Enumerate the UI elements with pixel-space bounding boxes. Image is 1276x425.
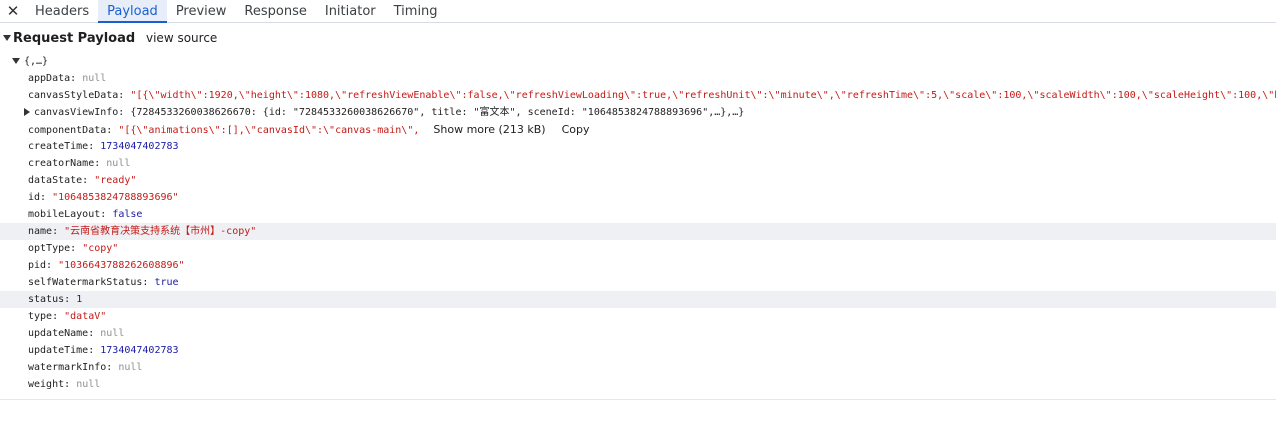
field-value: null bbox=[118, 362, 143, 373]
field-mobileLayout: mobileLayout: false bbox=[0, 206, 1276, 223]
field-key: createTime: bbox=[28, 141, 95, 152]
field-dataState: dataState: "ready" bbox=[0, 172, 1276, 189]
field-value: 1734047402783 bbox=[100, 345, 179, 356]
field-key: canvasViewInfo: bbox=[34, 107, 125, 118]
field-value: "[{\"width\":1920,\"height\":1080,\"refr… bbox=[130, 90, 1276, 101]
field-createTime: createTime: 1734047402783 bbox=[0, 138, 1276, 155]
triangle-right-icon[interactable] bbox=[24, 108, 30, 116]
field-value: "dataV" bbox=[64, 311, 107, 322]
field-watermarkInfo: watermarkInfo: null bbox=[0, 359, 1276, 376]
triangle-down-icon[interactable] bbox=[3, 35, 11, 41]
view-source-link[interactable]: view source bbox=[146, 31, 217, 45]
field-key: status: bbox=[28, 294, 71, 305]
field-key: componentData: bbox=[28, 125, 113, 136]
field-creatorName: creatorName: null bbox=[0, 155, 1276, 172]
field-weight: weight: null bbox=[0, 376, 1276, 393]
field-value: "云南省教育决策支持系统【市州】-copy" bbox=[64, 226, 257, 237]
field-key: creatorName: bbox=[28, 158, 101, 169]
payload-tree: {,…} appData: null canvasStyleData: "[{\… bbox=[0, 53, 1276, 393]
field-key: id: bbox=[28, 192, 47, 203]
field-optType: optType: "copy" bbox=[0, 240, 1276, 257]
bottom-divider bbox=[0, 399, 1276, 400]
show-more-button[interactable]: Show more (213 kB) bbox=[433, 123, 545, 136]
tab-payload[interactable]: Payload bbox=[98, 0, 167, 23]
field-key: type: bbox=[28, 311, 59, 322]
section-title: Request Payload bbox=[13, 30, 136, 46]
field-status: status: 1 bbox=[0, 291, 1276, 308]
field-selfWatermarkStatus: selfWatermarkStatus: true bbox=[0, 274, 1276, 291]
field-value: null bbox=[82, 73, 107, 84]
close-icon[interactable]: ✕ bbox=[0, 0, 26, 22]
field-value: "[{\"animations\":[],\"canvasId\":\"canv… bbox=[118, 125, 420, 136]
field-name: name: "云南省教育决策支持系统【市州】-copy" bbox=[0, 223, 1276, 240]
field-canvasViewInfo[interactable]: canvasViewInfo: {7284533260038626670: {i… bbox=[0, 104, 1276, 121]
field-value: "copy" bbox=[82, 243, 119, 254]
tab-initiator[interactable]: Initiator bbox=[316, 0, 385, 22]
field-value: 1734047402783 bbox=[100, 141, 179, 152]
field-componentData: componentData: "[{\"animations\":[],\"ca… bbox=[0, 121, 1276, 138]
field-key: selfWatermarkStatus: bbox=[28, 277, 149, 288]
field-key: appData: bbox=[28, 73, 77, 84]
field-value: true bbox=[154, 277, 179, 288]
field-value: "1064853824788893696" bbox=[52, 192, 179, 203]
field-canvasStyleData: canvasStyleData: "[{\"width\":1920,\"hei… bbox=[0, 87, 1276, 104]
copy-button[interactable]: Copy bbox=[562, 123, 590, 136]
field-value: null bbox=[100, 328, 125, 339]
root-label: {,…} bbox=[24, 56, 49, 67]
field-key: updateName: bbox=[28, 328, 95, 339]
root-node[interactable]: {,…} bbox=[0, 53, 1276, 70]
field-key: canvasStyleData: bbox=[28, 90, 125, 101]
field-key: optType: bbox=[28, 243, 77, 254]
field-key: pid: bbox=[28, 260, 53, 271]
devtools-tabbar: ✕ Headers Payload Preview Response Initi… bbox=[0, 0, 1276, 23]
field-updateTime: updateTime: 1734047402783 bbox=[0, 342, 1276, 359]
tab-preview[interactable]: Preview bbox=[167, 0, 236, 22]
field-key: dataState: bbox=[28, 175, 89, 186]
field-value: "ready" bbox=[94, 175, 137, 186]
field-key: name: bbox=[28, 226, 59, 237]
field-updateName: updateName: null bbox=[0, 325, 1276, 342]
field-value: null bbox=[106, 158, 131, 169]
field-value: "1036643788262608896" bbox=[58, 260, 185, 271]
field-type: type: "dataV" bbox=[0, 308, 1276, 325]
field-value: null bbox=[76, 379, 101, 390]
request-payload-header[interactable]: Request Payload view source bbox=[0, 23, 1276, 53]
field-key: updateTime: bbox=[28, 345, 95, 356]
field-value: false bbox=[112, 209, 143, 220]
tab-response[interactable]: Response bbox=[235, 0, 315, 22]
triangle-down-icon[interactable] bbox=[12, 58, 20, 64]
field-pid: pid: "1036643788262608896" bbox=[0, 257, 1276, 274]
field-key: mobileLayout: bbox=[28, 209, 107, 220]
field-value: 1 bbox=[76, 294, 83, 305]
field-id: id: "1064853824788893696" bbox=[0, 189, 1276, 206]
field-key: weight: bbox=[28, 379, 71, 390]
field-value: {7284533260038626670: {id: "728453326003… bbox=[130, 107, 745, 118]
tab-timing[interactable]: Timing bbox=[385, 0, 447, 22]
tab-headers[interactable]: Headers bbox=[26, 0, 98, 22]
field-key: watermarkInfo: bbox=[28, 362, 113, 373]
field-appData: appData: null bbox=[0, 70, 1276, 87]
